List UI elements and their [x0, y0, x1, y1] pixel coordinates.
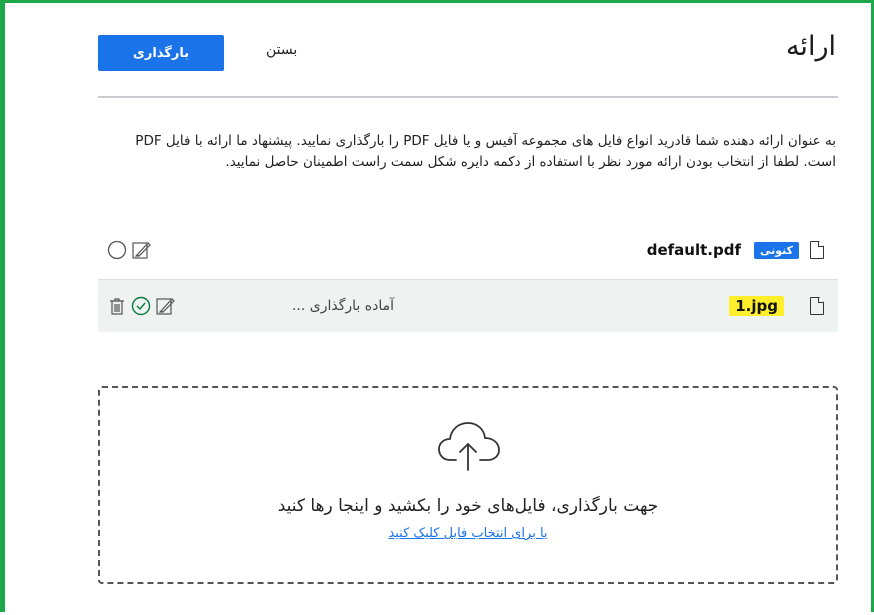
choose-file-link[interactable]: یا برای انتخاب فایل کلیک کنید	[100, 526, 836, 541]
window-frame: ارائه بستن بارگذاری به عنوان ارائه دهنده…	[0, 0, 874, 612]
row-actions	[106, 239, 152, 261]
edit-icon[interactable]	[154, 295, 176, 317]
presentation-panel: ارائه بستن بارگذاری به عنوان ارائه دهنده…	[98, 3, 838, 615]
close-button[interactable]: بستن	[266, 42, 297, 58]
edit-icon[interactable]	[130, 239, 152, 261]
file-row-pending: 1.jpg آماده بارگذاری ...	[98, 279, 838, 332]
page-title: ارائه	[785, 31, 836, 62]
file-name: 1.jpg	[729, 296, 784, 316]
divider	[98, 96, 838, 98]
check-circle-icon[interactable]	[130, 295, 152, 317]
row-actions	[106, 295, 176, 317]
description-text: به عنوان ارائه دهنده شما قادرید انواع فا…	[135, 133, 836, 170]
file-row-current: کنونی default.pdf	[98, 225, 838, 275]
upload-status: آماده بارگذاری ...	[291, 298, 394, 314]
trash-icon[interactable]	[106, 295, 128, 317]
upload-dropzone[interactable]: جهت بارگذاری، فایل‌های خود را بکشید و ای…	[98, 386, 838, 584]
cloud-upload-icon	[436, 418, 502, 478]
file-icon	[810, 297, 824, 315]
file-name: default.pdf	[646, 241, 741, 259]
upload-button[interactable]: بارگذاری	[98, 35, 224, 71]
dropzone-text: جهت بارگذاری، فایل‌های خود را بکشید و ای…	[277, 496, 659, 516]
radio-circle-icon[interactable]	[106, 239, 128, 261]
current-badge: کنونی	[753, 241, 799, 259]
file-icon	[810, 241, 824, 259]
